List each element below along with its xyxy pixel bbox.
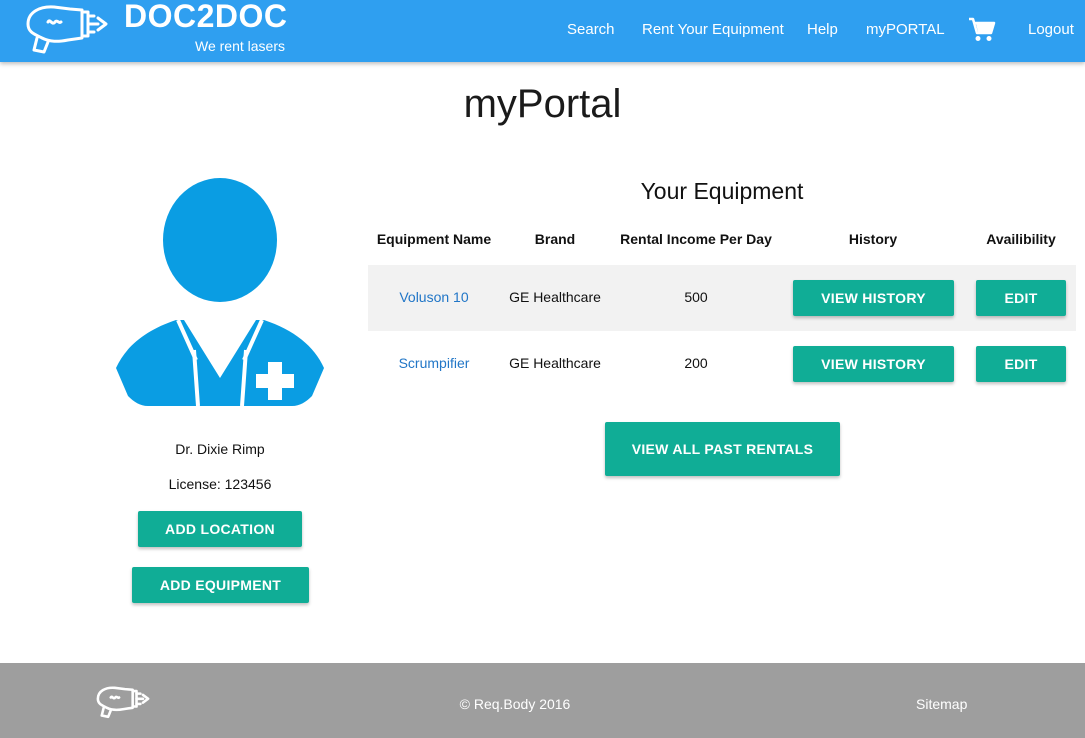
- shopping-cart-icon[interactable]: [968, 17, 996, 43]
- add-equipment-button[interactable]: ADD EQUIPMENT: [132, 567, 309, 603]
- nav-myportal-link[interactable]: myPORTAL: [866, 21, 945, 38]
- equipment-brand: GE Healthcare: [509, 289, 601, 305]
- brand-name[interactable]: DOC2DOC: [124, 0, 288, 35]
- column-header-rental-income: Rental Income Per Day: [620, 231, 772, 247]
- view-history-button[interactable]: VIEW HISTORY: [793, 280, 954, 316]
- edit-availability-button[interactable]: EDIT: [976, 280, 1066, 316]
- nav-help-link[interactable]: Help: [807, 21, 838, 38]
- add-location-button[interactable]: ADD LOCATION: [138, 511, 302, 547]
- view-history-button[interactable]: VIEW HISTORY: [793, 346, 954, 382]
- laser-gun-logo-icon[interactable]: [22, 2, 112, 56]
- license-number: License: 123456: [168, 476, 272, 492]
- table-row: Voluson 10 GE Healthcare 500 VIEW HISTOR…: [368, 265, 1076, 331]
- equipment-name-link[interactable]: Voluson 10: [368, 289, 500, 305]
- copyright-text: © Req.Body 2016: [459, 696, 571, 712]
- edit-availability-button[interactable]: EDIT: [976, 346, 1066, 382]
- column-header-history: History: [848, 231, 898, 247]
- view-all-past-rentals-button[interactable]: VIEW ALL PAST RENTALS: [605, 422, 840, 476]
- table-row: Scrumpifier GE Healthcare 200 VIEW HISTO…: [368, 331, 1076, 397]
- column-header-brand: Brand: [534, 231, 576, 247]
- page-title: myPortal: [463, 82, 622, 126]
- equipment-brand: GE Healthcare: [509, 355, 601, 371]
- nav-logout-link[interactable]: Logout: [1028, 21, 1074, 38]
- brand-tagline: We rent lasers: [195, 38, 285, 54]
- doctor-avatar-icon: [116, 178, 324, 407]
- top-navbar: DOC2DOC We rent lasers Search Rent Your …: [0, 0, 1085, 62]
- sitemap-link[interactable]: Sitemap: [916, 696, 967, 712]
- equipment-section-title: Your Equipment: [640, 178, 804, 204]
- column-header-availability: Availibility: [986, 231, 1056, 247]
- equipment-name-link[interactable]: Scrumpifier: [368, 355, 500, 371]
- footer: © Req.Body 2016 Sitemap: [0, 663, 1085, 738]
- doctor-name: Dr. Dixie Rimp: [175, 441, 265, 457]
- rental-income-value: 500: [684, 289, 708, 305]
- column-header-equipment-name: Equipment Name: [376, 231, 492, 247]
- nav-rent-equipment-link[interactable]: Rent Your Equipment: [642, 21, 784, 38]
- nav-search-link[interactable]: Search: [567, 21, 615, 38]
- rental-income-value: 200: [684, 355, 708, 371]
